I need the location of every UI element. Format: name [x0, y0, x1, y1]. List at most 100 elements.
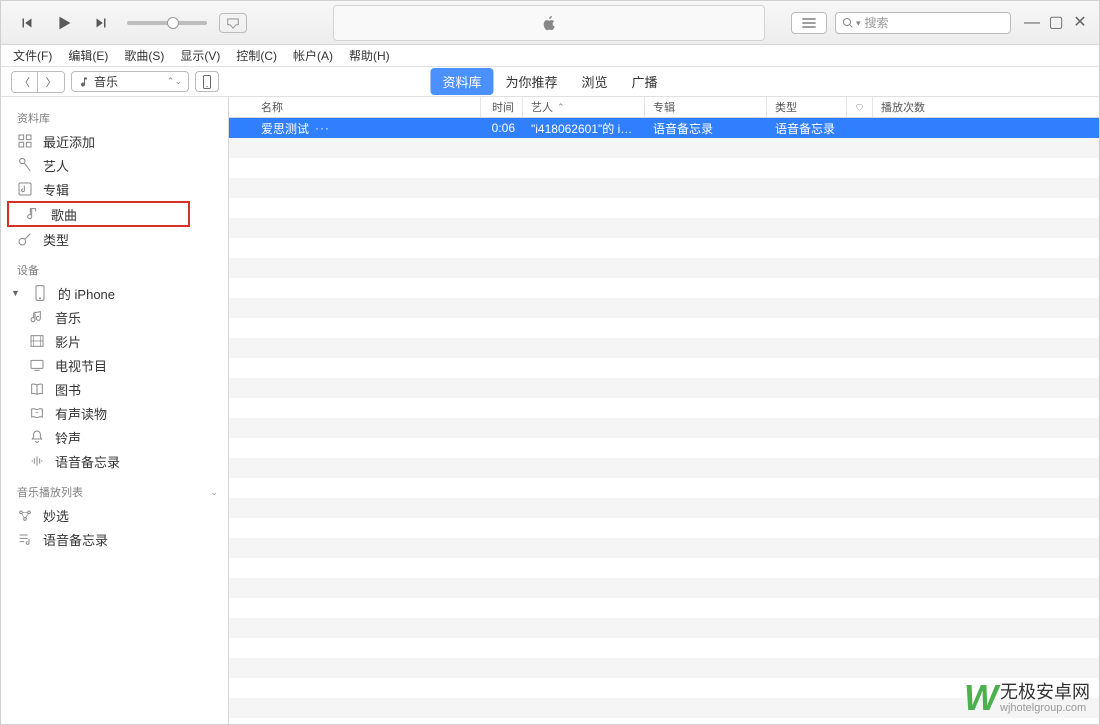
tab-radio[interactable]: 广播	[620, 68, 670, 95]
table-row[interactable]: 爱思测试··· 0:06 "i418062601"的 iPh… 语音备忘录 语音…	[229, 118, 1099, 138]
device-button[interactable]	[195, 71, 219, 92]
sidebar-device-books[interactable]: 图书	[1, 377, 228, 401]
tab-for-you[interactable]: 为你推荐	[493, 68, 569, 95]
more-icon[interactable]: ···	[315, 121, 330, 135]
menu-file[interactable]: 文件(F)	[9, 45, 56, 66]
chevron-down-icon: ⌄	[210, 487, 218, 498]
nav-back-button[interactable]: 〈	[12, 72, 38, 92]
column-artist[interactable]: 艺人	[523, 97, 645, 117]
minimize-button[interactable]: —	[1025, 16, 1039, 30]
media-type-label: 音乐	[94, 73, 118, 90]
column-plays[interactable]: 播放次数	[873, 97, 1099, 117]
genius-icon	[17, 507, 33, 523]
nav-forward-button[interactable]: 〉	[38, 72, 64, 92]
sidebar-library-section: 资料库 最近添加 艺人 专辑 歌曲	[1, 102, 228, 254]
search-icon	[842, 17, 854, 29]
grid-icon	[17, 133, 33, 149]
tab-library[interactable]: 资料库	[430, 68, 493, 95]
disclosure-triangle-icon[interactable]: ▼	[11, 288, 20, 298]
sidebar-item-recent[interactable]: 最近添加	[1, 129, 228, 153]
songs-table: 名称 时间 艺人 专辑 类型 播放次数 爱思测试··· 0:06 "i41806…	[229, 97, 1099, 724]
table-body[interactable]: 爱思测试··· 0:06 "i418062601"的 iPh… 语音备忘录 语音…	[229, 118, 1099, 724]
book-icon	[29, 381, 45, 397]
next-button[interactable]	[89, 11, 113, 35]
menu-view[interactable]: 显示(V)	[176, 45, 224, 66]
search-dropdown-icon[interactable]: ▾	[856, 18, 861, 29]
note-icon	[29, 309, 45, 325]
sidebar-device-movies[interactable]: 影片	[1, 329, 228, 353]
sidebar-item-label: 歌曲	[51, 205, 77, 224]
music-note-icon	[78, 76, 90, 88]
phone-icon	[32, 285, 48, 301]
mic-icon	[17, 157, 33, 173]
menu-song[interactable]: 歌曲(S)	[120, 45, 168, 66]
sidebar-item-label: 最近添加	[43, 132, 95, 151]
watermark-logo-icon: W	[964, 677, 992, 719]
previous-button[interactable]	[15, 11, 39, 35]
playlist-icon	[17, 531, 33, 547]
sidebar-device-label: 的 iPhone	[58, 284, 115, 303]
sidebar-playlists-section: 音乐播放列表 ⌄ 妙选 语音备忘录	[1, 476, 228, 554]
player-bar: ▾ — ▢ ✕	[1, 1, 1099, 45]
sidebar-device-tv[interactable]: 电视节目	[1, 353, 228, 377]
sidebar-item-label: 语音备忘录	[43, 530, 108, 549]
sidebar-item-label: 艺人	[43, 156, 69, 175]
media-type-selector[interactable]: 音乐 ⌃⌄	[71, 71, 189, 92]
column-love[interactable]	[847, 97, 873, 117]
close-button[interactable]: ✕	[1073, 16, 1087, 30]
column-album[interactable]: 专辑	[645, 97, 767, 117]
volume-slider[interactable]	[127, 21, 207, 25]
right-controls: ▾ — ▢ ✕	[791, 1, 1093, 45]
column-genre[interactable]: 类型	[767, 97, 847, 117]
cell-album: 语音备忘录	[645, 120, 767, 137]
sidebar-item-genres[interactable]: 类型	[1, 227, 228, 251]
sidebar-item-albums[interactable]: 专辑	[1, 177, 228, 201]
sidebar-item-label: 专辑	[43, 180, 69, 199]
column-time[interactable]: 时间	[481, 97, 523, 117]
cell-name: 爱思测试···	[229, 120, 481, 137]
menu-help[interactable]: 帮助(H)	[345, 45, 394, 66]
watermark-subtitle: wjhotelgroup.com	[1000, 703, 1090, 714]
app-window: ▾ — ▢ ✕ 文件(F) 编辑(E) 歌曲(S) 显示(V) 控制(C) 帐户…	[0, 0, 1100, 725]
menu-edit[interactable]: 编辑(E)	[64, 45, 112, 66]
menu-account[interactable]: 帐户(A)	[289, 45, 337, 66]
menu-bar: 文件(F) 编辑(E) 歌曲(S) 显示(V) 控制(C) 帐户(A) 帮助(H…	[1, 45, 1099, 67]
sidebar-devices-header: 设备	[1, 257, 228, 281]
sidebar-playlists-header[interactable]: 音乐播放列表 ⌄	[1, 479, 228, 503]
sidebar-device-music[interactable]: 音乐	[1, 305, 228, 329]
sidebar-item-label: 铃声	[55, 428, 81, 447]
body: 资料库 最近添加 艺人 专辑 歌曲	[1, 97, 1099, 724]
audiobook-icon	[29, 405, 45, 421]
phone-icon	[202, 75, 212, 89]
play-button[interactable]	[49, 8, 79, 38]
sidebar-device-iphone[interactable]: ▼ 的 iPhone	[1, 281, 228, 305]
window-buttons: — ▢ ✕	[1025, 16, 1087, 30]
sidebar-item-artists[interactable]: 艺人	[1, 153, 228, 177]
sidebar-device-tones[interactable]: 铃声	[1, 425, 228, 449]
volume-control[interactable]	[127, 21, 207, 25]
sidebar-device-audiobooks[interactable]: 有声读物	[1, 401, 228, 425]
sidebar-playlist-voicememos[interactable]: 语音备忘录	[1, 527, 228, 551]
column-name[interactable]: 名称	[229, 97, 481, 117]
maximize-button[interactable]: ▢	[1049, 16, 1063, 30]
sidebar: 资料库 最近添加 艺人 专辑 歌曲	[1, 97, 229, 724]
playback-controls	[1, 8, 113, 38]
search-input[interactable]	[865, 16, 1020, 30]
sidebar-item-songs[interactable]: 歌曲	[7, 201, 190, 227]
sidebar-playlist-genius[interactable]: 妙选	[1, 503, 228, 527]
note-icon	[25, 206, 41, 222]
now-playing-display	[333, 5, 765, 41]
search-box[interactable]: ▾	[835, 12, 1011, 34]
cell-artist: "i418062601"的 iPh…	[523, 120, 645, 137]
sidebar-item-label: 语音备忘录	[55, 452, 120, 471]
row-stripes	[229, 118, 1099, 724]
apple-logo-icon	[539, 13, 559, 33]
film-icon	[29, 333, 45, 349]
sidebar-device-voicememos[interactable]: 语音备忘录	[1, 449, 228, 473]
menu-controls[interactable]: 控制(C)	[232, 45, 281, 66]
tab-browse[interactable]: 浏览	[570, 68, 620, 95]
tv-icon	[29, 357, 45, 373]
volume-thumb[interactable]	[167, 17, 179, 29]
airplay-button[interactable]	[219, 13, 247, 33]
list-view-button[interactable]	[791, 12, 827, 34]
